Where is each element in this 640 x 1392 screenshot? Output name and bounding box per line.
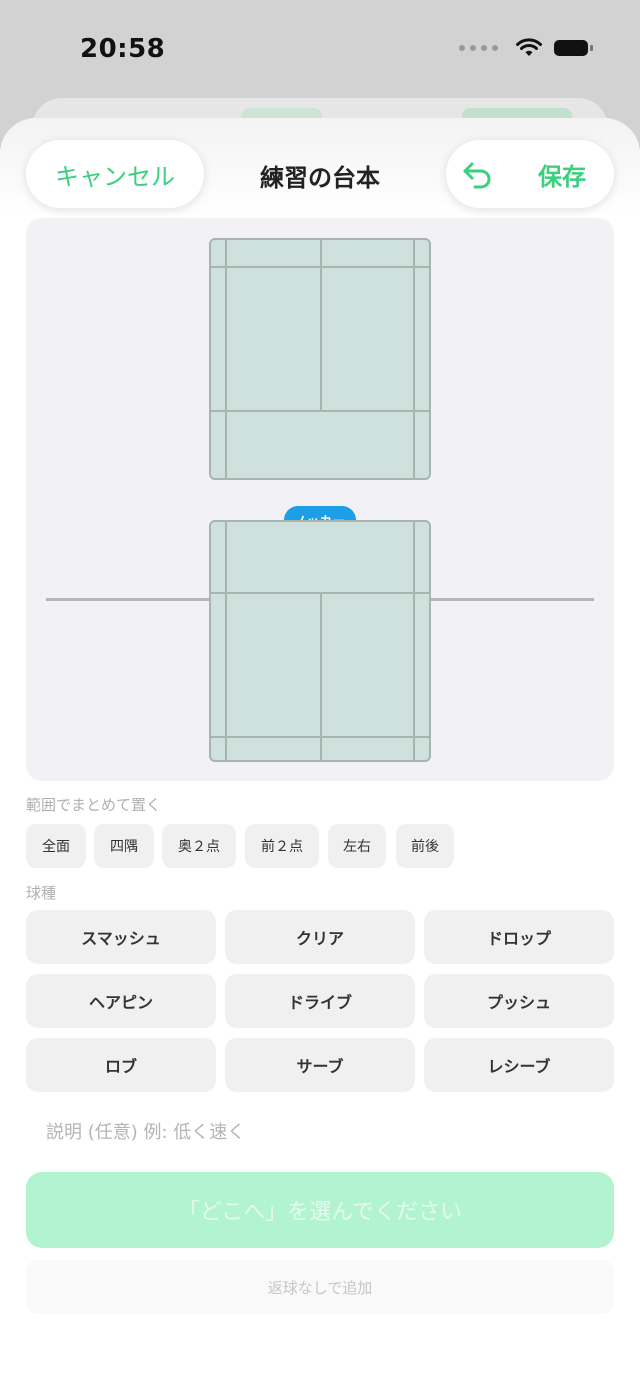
- shot-push[interactable]: プッシュ: [424, 974, 614, 1028]
- battery-icon: [554, 40, 593, 56]
- status-icons: [459, 38, 593, 58]
- court-line: [211, 410, 429, 412]
- range-chip-front-two[interactable]: 前２点: [245, 824, 319, 868]
- range-chip-corners[interactable]: 四隅: [94, 824, 154, 868]
- shot-section-label: 球種: [26, 884, 57, 902]
- shot-drive[interactable]: ドライブ: [225, 974, 415, 1028]
- add-without-return-button[interactable]: 返球なしで追加: [26, 1260, 614, 1314]
- court-editor[interactable]: ノッカー ネット: [26, 218, 614, 781]
- description-input[interactable]: [26, 1112, 614, 1152]
- status-bar: 20:58: [0, 0, 640, 100]
- range-section-label: 範囲でまとめて置く: [26, 796, 162, 814]
- choose-destination-button[interactable]: 「どこへ」を選んでください: [26, 1172, 614, 1248]
- range-chip-full[interactable]: 全面: [26, 824, 86, 868]
- court-half-bottom[interactable]: [209, 520, 431, 762]
- court-line: [320, 592, 322, 762]
- court-half-top[interactable]: [209, 238, 431, 480]
- shot-receive[interactable]: レシーブ: [424, 1038, 614, 1092]
- status-time: 20:58: [80, 34, 166, 64]
- range-chip-back-two[interactable]: 奥２点: [162, 824, 236, 868]
- undo-arrow-icon[interactable]: [460, 156, 496, 192]
- shot-smash[interactable]: スマッシュ: [26, 910, 216, 964]
- script-editor-sheet: キャンセル 練習の台本 保存 ノッカー ネット 範囲でまとめて置く 全面: [0, 118, 640, 1392]
- court-line: [225, 522, 227, 760]
- shot-drop[interactable]: ドロップ: [424, 910, 614, 964]
- shot-lob[interactable]: ロブ: [26, 1038, 216, 1092]
- range-chip-front-back[interactable]: 前後: [396, 824, 454, 868]
- save-button[interactable]: 保存: [538, 157, 586, 192]
- shot-hairpin[interactable]: ヘアピン: [26, 974, 216, 1028]
- wifi-icon: [516, 38, 542, 56]
- court-line: [225, 240, 227, 478]
- shot-clear[interactable]: クリア: [225, 910, 415, 964]
- cellular-signal-icon: [459, 45, 498, 51]
- court-line: [413, 240, 415, 478]
- court-line: [320, 240, 322, 410]
- range-chip-left-right[interactable]: 左右: [328, 824, 386, 868]
- court-line: [413, 522, 415, 760]
- shot-serve[interactable]: サーブ: [225, 1038, 415, 1092]
- header-actions: 保存: [446, 140, 614, 208]
